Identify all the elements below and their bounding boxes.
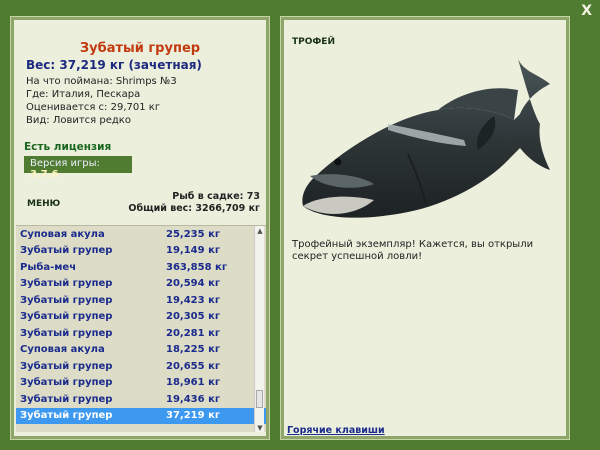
catch-item-weight: 363,858 кг xyxy=(166,261,228,273)
catch-item-weight: 19,423 кг xyxy=(166,294,221,306)
catch-item-name: Зубатый групер xyxy=(20,377,113,389)
trophy-message: Трофейный экземпляр! Кажется, вы открыли… xyxy=(292,239,534,262)
catch-item-name: Суповая акула xyxy=(20,228,105,240)
catch-item-weight: 18,225 кг xyxy=(166,344,221,356)
version-value: 3.7.6 xyxy=(30,169,59,180)
catch-item-name: Рыба-меч xyxy=(20,261,77,273)
catch-list-item[interactable]: Суповая акула 25,235 кг xyxy=(16,226,266,243)
fish-kind: Вид: Ловится редко xyxy=(26,115,131,126)
catch-item-weight: 25,235 кг xyxy=(166,228,221,240)
catch-list-item[interactable]: Зубатый групер 20,655 кг xyxy=(16,358,266,375)
catch-item-name: Зубатый групер xyxy=(20,294,113,306)
catch-item-weight: 19,436 кг xyxy=(166,393,221,405)
catch-item-weight: 20,305 кг xyxy=(166,311,221,323)
catch-item-name: Зубатый групер xyxy=(20,278,113,290)
trophy-title: ТРОФЕЙ xyxy=(292,37,335,47)
catch-item-weight: 37,219 кг xyxy=(166,410,221,422)
grouper-image xyxy=(302,59,550,218)
catch-panel-inner: Зубатый групер Вес: 37,219 кг (зачетная)… xyxy=(14,20,266,436)
catch-list[interactable]: Суповая акула 25,235 кг Зубатый групер 19,1… xyxy=(16,225,266,432)
scroll-up-icon[interactable]: ▲ xyxy=(255,226,265,236)
catch-list-item[interactable]: Зубатый групер 18,961 кг xyxy=(16,375,266,392)
catch-item-name: Зубатый групер xyxy=(20,393,113,405)
game-version: Версия игры: 3.7.6 xyxy=(24,156,132,180)
catch-list-item[interactable]: Зубатый групер 20,281 кг xyxy=(16,325,266,342)
scrollbar-thumb[interactable] xyxy=(256,390,263,408)
catch-item-name: Зубатый групер xyxy=(20,327,113,339)
catch-item-weight: 20,594 кг xyxy=(166,278,221,290)
catch-item-weight: 20,655 кг xyxy=(166,360,221,372)
license-status: Есть лицензия xyxy=(24,141,112,153)
fish-bait: На что поймана: Shrimps №3 xyxy=(26,76,177,87)
catch-list-item[interactable]: Суповая акула 18,225 кг xyxy=(16,342,266,359)
catch-item-name: Зубатый групер xyxy=(20,245,113,257)
catch-list-item[interactable]: Зубатый групер 19,436 кг xyxy=(16,391,266,408)
catch-list-rows: Суповая акула 25,235 кг Зубатый групер 19,1… xyxy=(16,226,266,424)
trophy-panel-inner: ТРОФЕЙ Трофейный экземпляр! Кажется, вы … xyxy=(284,20,566,436)
total-weight: Общий вес: 3266,709 кг xyxy=(128,203,260,214)
catch-panel: Зубатый групер Вес: 37,219 кг (зачетная)… xyxy=(10,16,270,440)
close-button[interactable]: X xyxy=(581,3,592,19)
fish-name: Зубатый групер xyxy=(79,41,201,56)
catch-stats: Рыб в садке: 73 Общий вес: 3266,709 кг xyxy=(128,191,260,215)
catch-item-weight: 19,149 кг xyxy=(166,245,221,257)
catch-list-item[interactable]: Зубатый групер 37,219 кг xyxy=(16,407,266,424)
hotkeys-link[interactable]: Горячие клавиши xyxy=(287,425,385,436)
catch-list-item[interactable]: Рыба-меч 363,858 кг xyxy=(16,259,266,276)
fish-count: Рыб в садке: 73 xyxy=(172,191,260,202)
fish-value: Оценивается с: 29,701 кг xyxy=(26,102,161,113)
catch-list-item[interactable]: Зубатый групер 20,305 кг xyxy=(16,309,266,326)
version-label: Версия игры: xyxy=(30,158,100,169)
catch-list-item[interactable]: Зубатый групер 19,149 кг xyxy=(16,243,266,260)
catch-item-name: Зубатый групер xyxy=(20,410,113,422)
catch-item-weight: 18,961 кг xyxy=(166,377,221,389)
catch-list-item[interactable]: Зубатый групер 20,594 кг xyxy=(16,276,266,293)
game-window: X Зубатый групер Вес: 37,219 кг (зачетна… xyxy=(0,0,600,450)
list-scrollbar[interactable]: ▲ ▼ xyxy=(254,226,264,432)
menu-button[interactable]: МЕНЮ xyxy=(27,199,60,209)
catch-item-name: Суповая акула xyxy=(20,344,105,356)
scroll-down-icon[interactable]: ▼ xyxy=(255,423,265,432)
catch-item-name: Зубатый групер xyxy=(20,360,113,372)
catch-item-name: Зубатый групер xyxy=(20,311,113,323)
trophy-panel: ТРОФЕЙ Трофейный экземпляр! Кажется, вы … xyxy=(280,16,570,440)
catch-list-item[interactable]: Зубатый групер 19,423 кг xyxy=(16,292,266,309)
fish-weight: Вес: 37,219 кг (зачетная) xyxy=(26,58,202,72)
fish-location: Где: Италия, Пескара xyxy=(26,89,141,100)
catch-item-weight: 20,281 кг xyxy=(166,327,221,339)
